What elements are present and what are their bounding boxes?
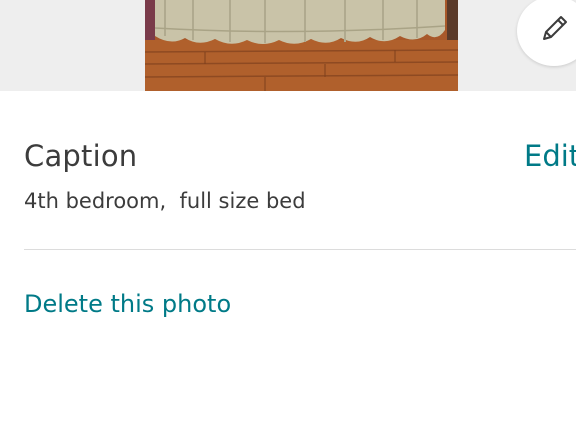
divider xyxy=(24,249,576,250)
bedroom-photo[interactable] xyxy=(145,0,458,91)
edit-caption-link[interactable]: Edit xyxy=(524,136,576,176)
pencil-icon xyxy=(543,16,567,40)
delete-photo-link[interactable]: Delete this photo xyxy=(24,287,231,321)
photo-detail-screen: Caption Edit 4th bedroom, full size bed … xyxy=(0,0,576,432)
photo-strip xyxy=(0,0,576,91)
bedroom-photo-image xyxy=(145,0,458,91)
caption-value: 4th bedroom, full size bed xyxy=(24,189,306,213)
edit-photo-button[interactable] xyxy=(517,0,576,66)
caption-label: Caption xyxy=(24,139,138,173)
